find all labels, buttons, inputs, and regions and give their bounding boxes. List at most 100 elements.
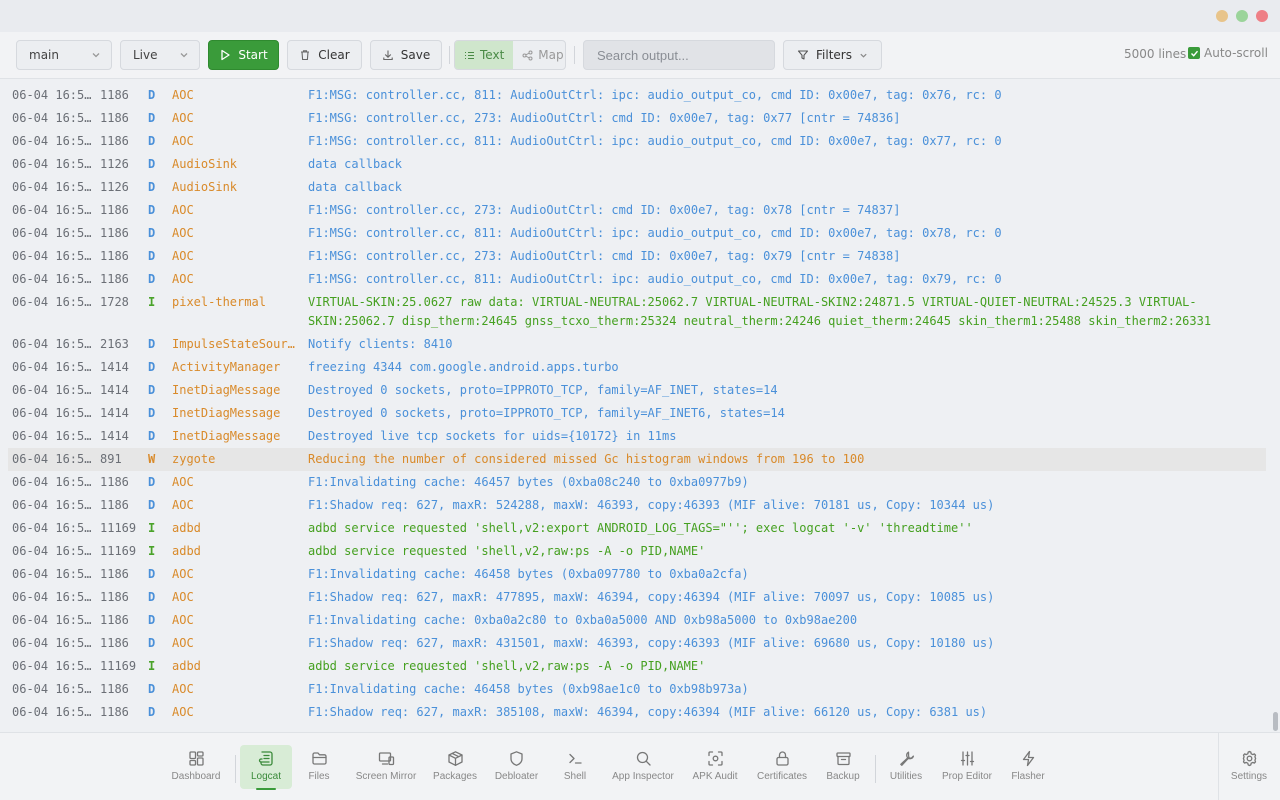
log-row[interactable]: 06-04 16:5… 1186 D AOC F1:MSG: controller.cc…	[8, 245, 1266, 268]
log-message: VIRTUAL-SKIN:25.0627 raw data: VIRTUAL-N…	[308, 295, 1212, 328]
log-message: data callback	[308, 157, 402, 171]
nav-item-certificates[interactable]: Certificates	[751, 745, 813, 789]
save-button[interactable]: Save	[370, 40, 442, 70]
log-row[interactable]: 06-04 16:5… 1728 Ipixel-thermal VIRTUAL-SKI…	[8, 291, 1266, 333]
nav-item-prop-editor[interactable]: Prop Editor	[939, 745, 995, 789]
log-tag: AudioSink	[172, 180, 238, 194]
log-row[interactable]: 06-04 16:5… 1414 D InetDiagMessage Destroyed…	[8, 379, 1266, 402]
log-timestamp: 06-04 16:5…	[12, 475, 92, 489]
log-row[interactable]: 06-04 16:5… 1414 D InetDiagMessage Destroyed…	[8, 402, 1266, 425]
log-timestamp: 06-04 16:5…	[12, 429, 92, 443]
log-row[interactable]: 06-04 16:5… 1186 D AOC F1:Shadow req: 627, m…	[8, 494, 1266, 517]
search-field[interactable]	[583, 40, 775, 70]
shield-icon	[510, 751, 523, 766]
log-message: F1:MSG: controller.cc, 273: AudioOutCtrl…	[308, 249, 901, 263]
chevron-down-icon	[180, 53, 188, 58]
start-button[interactable]: Start	[208, 40, 279, 70]
log-level: D	[148, 337, 156, 351]
log-message: F1:Shadow req: 627, maxR: 524288, maxW: …	[308, 498, 995, 512]
nav-label: Packages	[433, 771, 477, 782]
nav-item-app-inspector[interactable]: App Inspector	[608, 745, 678, 789]
minimize-button[interactable]	[1216, 10, 1228, 22]
log-level: I	[148, 521, 156, 535]
log-timestamp: 06-04 16:5…	[12, 383, 92, 397]
log-row[interactable]: 06-04 16:5… 1186 D AOC F1:Invalidating cache…	[8, 609, 1266, 632]
nav-label: Screen Mirror	[355, 771, 417, 782]
checkbox-checked-icon[interactable]	[1188, 47, 1200, 59]
nav-item-debloater[interactable]: Debloater	[491, 745, 542, 789]
nav-item-apk-audit[interactable]: APK Audit	[690, 745, 740, 789]
log-level: D	[148, 111, 156, 125]
nav-item-files[interactable]: Files	[299, 745, 339, 789]
log-row[interactable]: 06-04 16:5… 1186 D AOC F1:MSG: controller.cc…	[8, 107, 1266, 130]
nav-item-flasher[interactable]: Flasher	[1008, 745, 1048, 789]
nav-item-shell[interactable]: Shell	[557, 745, 593, 789]
autoscroll-toggle[interactable]: Auto-scroll	[1188, 46, 1268, 60]
nav-item-utilities[interactable]: Utilities	[886, 745, 926, 789]
log-tag: AOC	[172, 203, 194, 217]
toolbar: main Live Start Clear Save Text Map Filt…	[0, 32, 1280, 79]
nav-item-screen-mirror[interactable]: Screen Mirror	[353, 745, 419, 789]
log-pid: 1414	[100, 406, 129, 420]
log-message: freezing 4344 com.google.android.apps.tu…	[308, 360, 619, 374]
mode-select[interactable]: Live	[120, 40, 200, 70]
folder-icon	[311, 752, 327, 765]
log-row[interactable]: 06-04 16:5… 1186 D AOC F1:MSG: controller.cc…	[8, 84, 1266, 107]
log-row[interactable]: 06-04 16:5… 1414 D ActivityManager freezing …	[8, 356, 1266, 379]
nav-label: Utilities	[889, 771, 923, 782]
nav-item-settings[interactable]: Settings	[1226, 745, 1272, 789]
log-row[interactable]: 06-04 16:5… 1186 D AOC F1:MSG: controller.cc…	[8, 222, 1266, 245]
log-row[interactable]: 06-04 16:5… 891 Wzygote Reducing the number…	[8, 448, 1266, 471]
log-row[interactable]: 06-04 16:5… 11169 Iadbd adbd service reques…	[8, 655, 1266, 678]
log-message: adbd service requested 'shell,v2,raw:ps …	[308, 544, 706, 558]
device-select[interactable]: main	[16, 40, 112, 70]
log-row[interactable]: 06-04 16:5… 1186 D AOC F1:Shadow req: 627, m…	[8, 632, 1266, 655]
nav-item-packages[interactable]: Packages	[430, 745, 480, 789]
log-pid: 1186	[100, 567, 129, 581]
clear-button[interactable]: Clear	[287, 40, 362, 70]
view-map-label: Map	[538, 48, 564, 62]
filters-button[interactable]: Filters	[783, 40, 882, 70]
toolbar-divider	[574, 46, 575, 64]
log-output[interactable]: 06-04 16:5… 1186 D AOC F1:MSG: controller.cc…	[0, 80, 1280, 732]
log-row[interactable]: 06-04 16:5… 1186 D AOC F1:MSG: controller.cc…	[8, 268, 1266, 291]
clear-label: Clear	[318, 48, 350, 62]
log-message: F1:Invalidating cache: 46457 bytes (0xba…	[308, 475, 749, 489]
log-row[interactable]: 06-04 16:5… 1126 D AudioSink data callback	[8, 153, 1266, 176]
log-row[interactable]: 06-04 16:5… 1126 D AudioSink data callback	[8, 176, 1266, 199]
log-row[interactable]: 06-04 16:5… 11169 Iadbd adbd service reques…	[8, 540, 1266, 563]
log-tag: AOC	[172, 682, 194, 696]
log-tag: AOC	[172, 88, 194, 102]
view-text-tab[interactable]: Text	[455, 41, 514, 69]
mode-select-value: Live	[133, 48, 158, 62]
log-row[interactable]: 06-04 16:5… 1186 D AOC F1:Shadow req: 627, m…	[8, 586, 1266, 609]
log-level: D	[148, 590, 156, 604]
maximize-button[interactable]	[1236, 10, 1248, 22]
log-row[interactable]: 06-04 16:5… 1186 D AOC F1:MSG: controller.cc…	[8, 130, 1266, 153]
log-level: I	[148, 295, 156, 309]
log-timestamp: 06-04 16:5…	[12, 360, 92, 374]
log-timestamp: 06-04 16:5…	[12, 590, 92, 604]
log-row[interactable]: 06-04 16:5… 1186 D AOC F1:Invalidating cache…	[8, 563, 1266, 586]
sliders-icon	[960, 751, 974, 766]
close-button[interactable]	[1256, 10, 1268, 22]
log-tag: InetDiagMessage	[172, 429, 281, 443]
log-row[interactable]: 06-04 16:5… 1186 D AOC F1:Invalidating cache…	[8, 471, 1266, 494]
log-row[interactable]: 06-04 16:5… 2163 D ImpulseStateSour… Notify …	[8, 333, 1266, 356]
log-row[interactable]: 06-04 16:5… 11169 Iadbd adbd service reques…	[8, 517, 1266, 540]
nav-item-logcat[interactable]: Logcat	[240, 745, 292, 790]
log-row[interactable]: 06-04 16:5… 1186 D AOC F1:Invalidating cache…	[8, 678, 1266, 701]
log-tag: InetDiagMessage	[172, 383, 281, 397]
log-row[interactable]: 06-04 16:5… 1186 D AOC F1:MSG: controller.cc…	[8, 199, 1266, 222]
nav-item-dashboard[interactable]: Dashboard	[171, 745, 221, 789]
log-row[interactable]: 06-04 16:5… 1414 D InetDiagMessage Destroyed…	[8, 425, 1266, 448]
log-message: Notify clients: 8410	[308, 337, 453, 351]
log-pid: 1186	[100, 226, 129, 240]
scrollbar-thumb[interactable]	[1273, 712, 1278, 731]
log-pid: 1126	[100, 157, 129, 171]
view-map-tab[interactable]: Map	[513, 41, 565, 69]
search-input[interactable]	[597, 47, 774, 63]
log-row[interactable]: 06-04 16:5… 1186 D AOC F1:Shadow req: 627, m…	[8, 701, 1266, 724]
filter-icon	[797, 50, 809, 60]
nav-item-backup[interactable]: Backup	[822, 745, 864, 789]
